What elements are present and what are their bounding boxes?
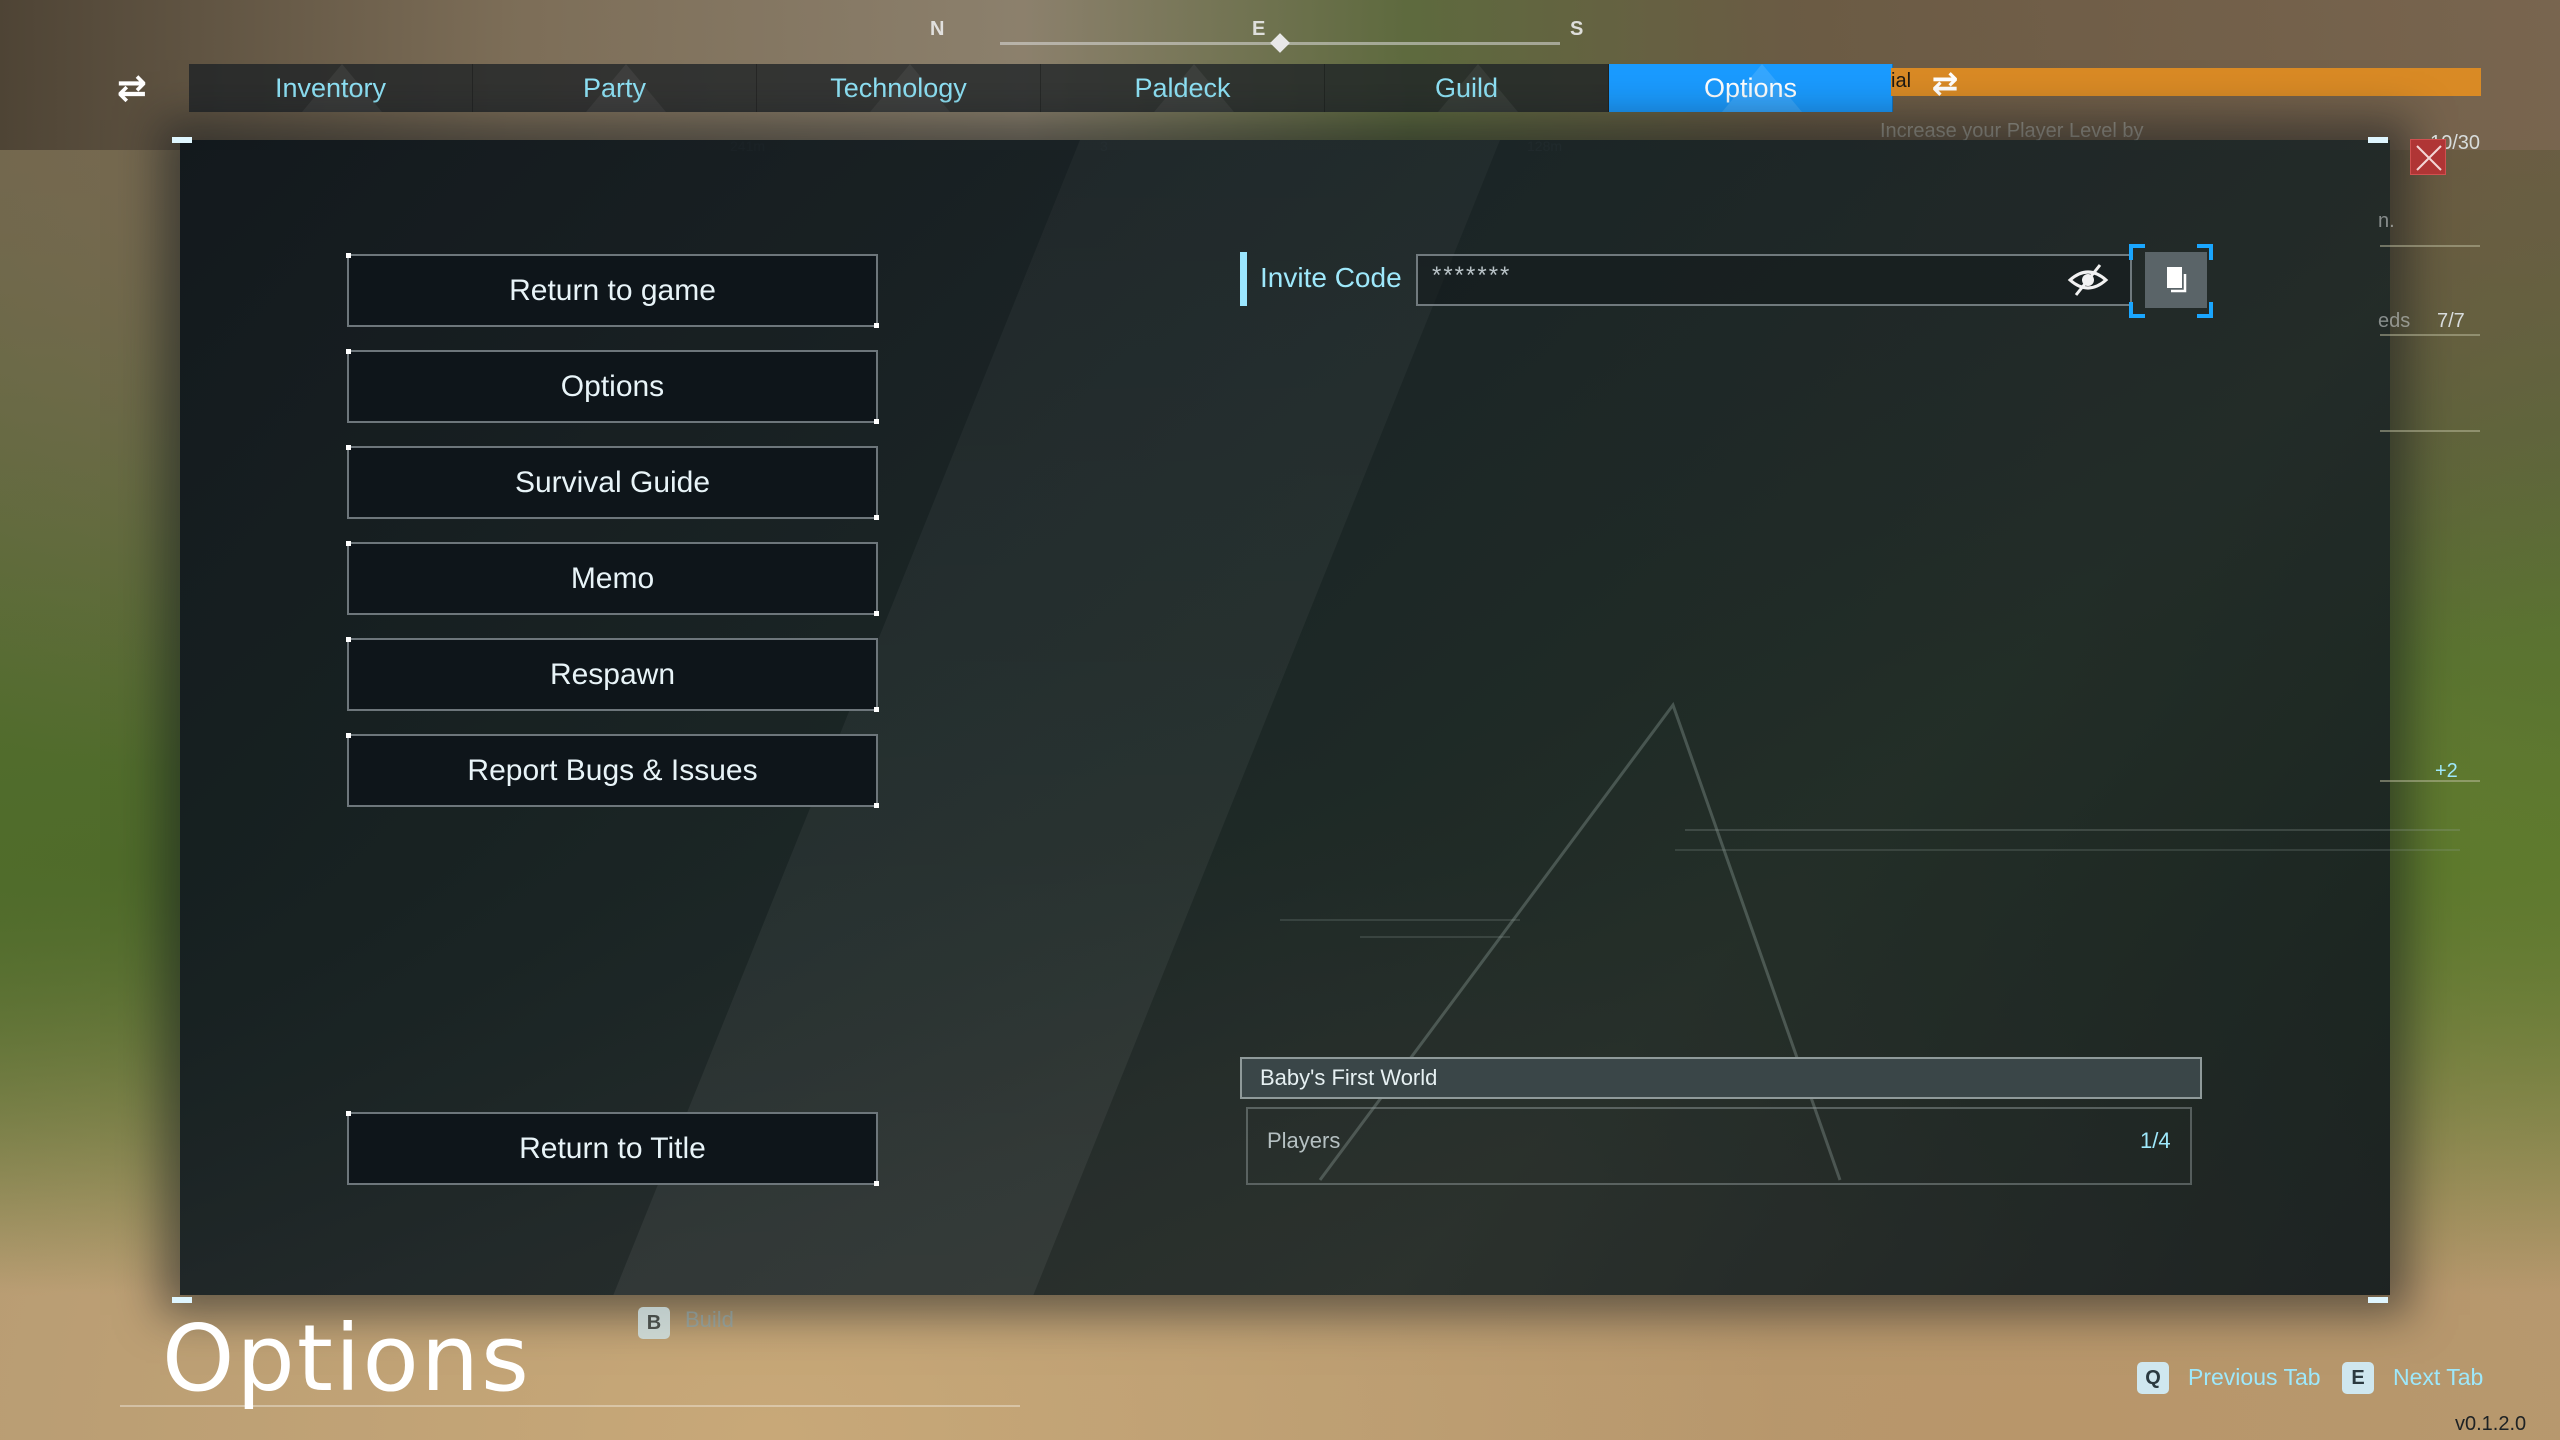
return-to-game-button[interactable]: Return to game bbox=[346, 253, 879, 328]
page-title: Options bbox=[162, 1305, 531, 1412]
version-label: v0.1.2.0 bbox=[2455, 1413, 2527, 1435]
players-count: 1/4 bbox=[2140, 1128, 2171, 1153]
focus-bracket bbox=[2197, 302, 2213, 318]
return-to-title-button[interactable]: Return to Title bbox=[346, 1111, 879, 1186]
swap-arrows-icon[interactable]: ⇄ bbox=[115, 68, 149, 108]
quest-needs-label: eds bbox=[2378, 310, 2411, 332]
players-box bbox=[1246, 1107, 2192, 1185]
hud-divider bbox=[2380, 334, 2480, 336]
quest-text-fragment: n. bbox=[2378, 210, 2395, 232]
tab-party[interactable]: Party bbox=[473, 64, 757, 112]
panel-corner-marker bbox=[172, 1297, 192, 1303]
focus-bracket bbox=[2129, 302, 2145, 318]
quest-needs-value: 7/7 bbox=[2437, 310, 2465, 332]
tab-technology[interactable]: Technology bbox=[757, 64, 1041, 112]
tab-label: Inventory bbox=[274, 72, 387, 103]
copy-invite-code-button[interactable] bbox=[2145, 252, 2207, 308]
invite-code-field[interactable] bbox=[1416, 254, 2132, 306]
main-tab-bar: Inventory Party Technology Paldeck Guild… bbox=[189, 64, 1893, 112]
compass-south: S bbox=[1570, 18, 1584, 40]
players-label: Players bbox=[1267, 1128, 1341, 1153]
previous-tab-hint[interactable]: Previous Tab bbox=[2188, 1364, 2321, 1391]
panel-corner-marker bbox=[2368, 137, 2388, 143]
tab-label: Guild bbox=[1434, 72, 1499, 103]
title-underline bbox=[120, 1405, 1020, 1407]
invite-accent-bar bbox=[1240, 252, 1247, 306]
eye-slash-icon[interactable] bbox=[2066, 262, 2110, 298]
report-bugs-button[interactable]: Report Bugs & Issues bbox=[346, 733, 879, 808]
tab-options[interactable]: Options bbox=[1609, 64, 1893, 112]
tab-label: Technology bbox=[830, 72, 967, 103]
panel-corner-marker bbox=[2368, 1297, 2388, 1303]
q-key-icon: Q bbox=[2137, 1362, 2169, 1394]
tab-inventory[interactable]: Inventory bbox=[189, 64, 473, 112]
panel-corner-marker bbox=[172, 137, 192, 143]
focus-bracket bbox=[2197, 244, 2213, 260]
hud-divider bbox=[2380, 245, 2480, 247]
e-key-icon: E bbox=[2342, 1362, 2374, 1394]
invite-code-label: Invite Code bbox=[1260, 262, 1402, 293]
close-icon[interactable] bbox=[2410, 139, 2446, 175]
tab-paldeck[interactable]: Paldeck bbox=[1041, 64, 1325, 112]
copy-icon bbox=[2167, 267, 2187, 293]
tab-label: Options bbox=[1703, 72, 1798, 103]
quest-title-bar bbox=[1891, 68, 2481, 96]
hud-divider bbox=[2380, 430, 2480, 432]
compass-north: N bbox=[930, 18, 945, 40]
options-button[interactable]: Options bbox=[346, 349, 879, 424]
world-name: Baby's First World bbox=[1260, 1065, 1438, 1090]
build-hint-label: Build bbox=[685, 1307, 734, 1332]
invite-code-value: ******* bbox=[1432, 262, 1512, 289]
respawn-button[interactable]: Respawn bbox=[346, 637, 879, 712]
compass-east: E bbox=[1252, 18, 1266, 40]
tab-guild[interactable]: Guild bbox=[1325, 64, 1609, 112]
tab-label: Paldeck bbox=[1134, 72, 1231, 103]
quest-title-fragment: ial bbox=[1891, 70, 1912, 92]
memo-button[interactable]: Memo bbox=[346, 541, 879, 616]
swap-arrows-icon[interactable]: ⇄ bbox=[1928, 66, 1962, 100]
build-key-icon: B bbox=[638, 1307, 670, 1339]
tab-label: Party bbox=[582, 72, 647, 103]
survival-guide-button[interactable]: Survival Guide bbox=[346, 445, 879, 520]
focus-bracket bbox=[2129, 244, 2145, 260]
next-tab-hint[interactable]: Next Tab bbox=[2393, 1364, 2483, 1391]
